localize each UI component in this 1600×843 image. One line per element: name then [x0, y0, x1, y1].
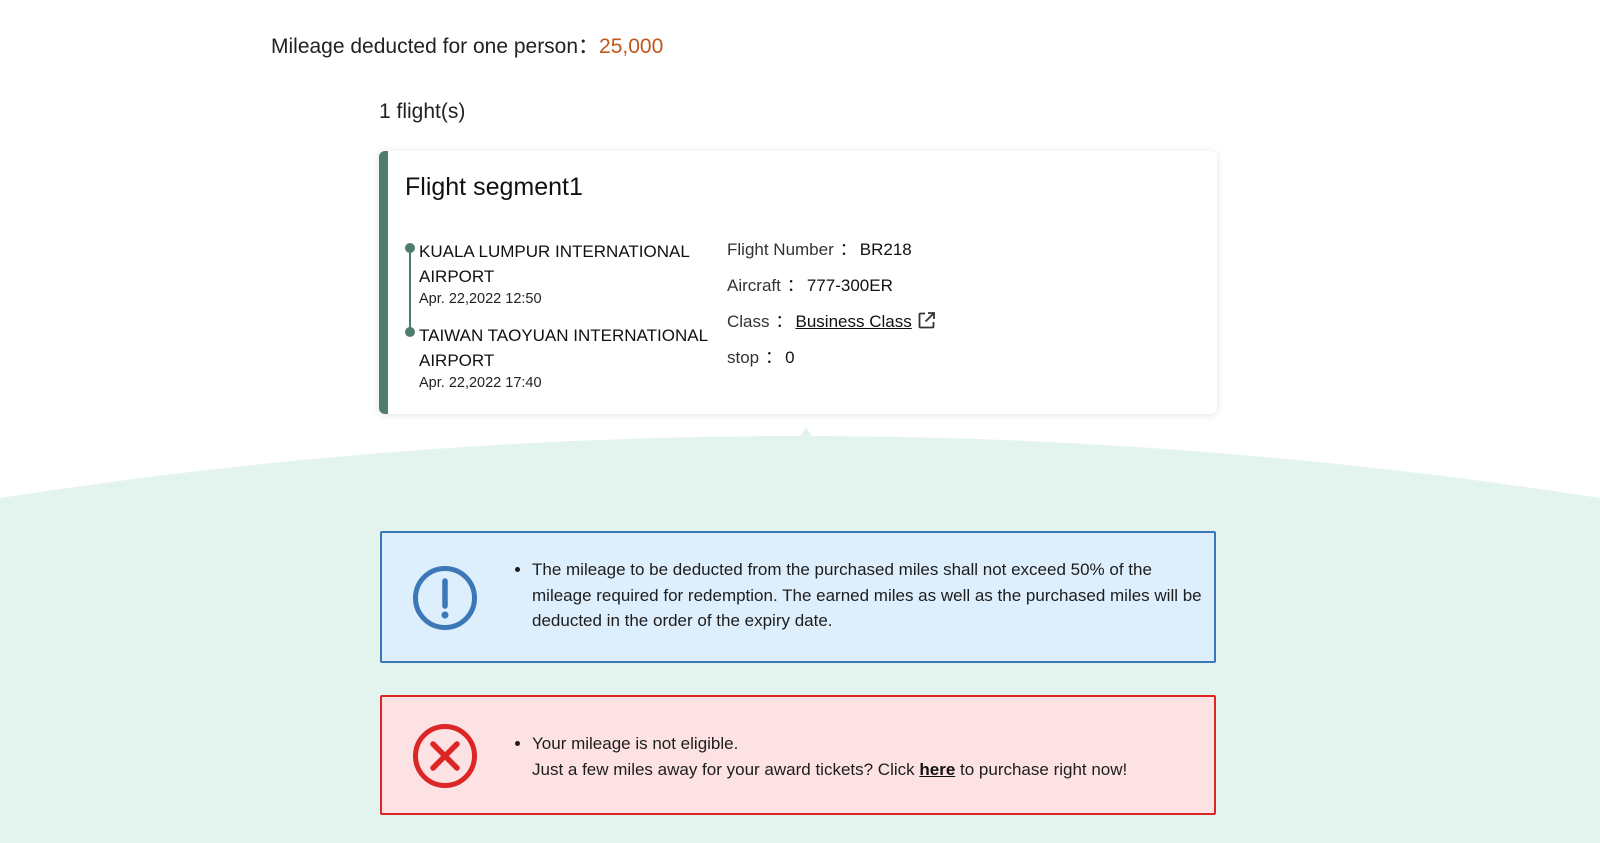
departure-datetime: Apr. 22,2022 12:50 [419, 291, 542, 307]
flight-number-label: Flight Number [727, 240, 834, 259]
error-line2-before: Just a few miles away for your award tic… [532, 759, 920, 779]
segment-accent-bar [379, 151, 388, 414]
flight-details: Flight Number： BR218 Aircraft： 777-300ER C… [727, 239, 936, 383]
aircraft-label: Aircraft [727, 276, 781, 295]
class-label: Class [727, 312, 770, 331]
route-line [409, 247, 411, 331]
purchase-miles-link[interactable]: here [919, 760, 955, 779]
page: Mileage deducted for one person：25,000 1… [0, 0, 1600, 843]
arrival-dot [405, 327, 415, 337]
mileage-summary: Mileage deducted for one person：25,000 [271, 30, 663, 60]
x-circle-icon [413, 724, 477, 788]
departure-block: KUALA LUMPUR INTERNATIONAL AIRPORT Apr. … [419, 239, 709, 309]
arrival-airport: TAIWAN TAOYUAN INTERNATIONAL AIRPORT [419, 326, 708, 370]
class-value: Business Class [795, 312, 912, 331]
error-message: Your mileage is not eligible. Just a few … [532, 731, 1202, 782]
info-list: The mileage to be deducted from the purc… [512, 557, 1202, 634]
error-list: Your mileage is not eligible. Just a few … [512, 731, 1202, 782]
error-line2-after: to purchase right now! [955, 759, 1128, 779]
class-row: Class ： Business Class [727, 311, 936, 347]
arrival-datetime: Apr. 22,2022 17:40 [419, 375, 542, 391]
detail-separator: ： [765, 348, 783, 367]
detail-separator: ： [839, 240, 857, 259]
exclamation-circle-icon [413, 566, 477, 630]
arrival-block: TAIWAN TAOYUAN INTERNATIONAL AIRPORT Apr… [419, 323, 709, 393]
flight-number-value: BR218 [859, 240, 912, 259]
stop-value: 0 [785, 348, 795, 367]
info-notice: The mileage to be deducted from the purc… [380, 531, 1216, 663]
flight-number-row: Flight Number ： BR218 [727, 239, 936, 275]
class-link[interactable]: Business Class [796, 312, 936, 331]
flight-segment-card: Flight segment1 KUALA LUMPUR INTERNATION… [379, 151, 1217, 414]
segment-title: Flight segment1 [405, 173, 583, 201]
stop-row: stop ： 0 [727, 347, 936, 383]
error-notice: Your mileage is not eligible. Just a few … [380, 695, 1216, 815]
departure-dot [405, 243, 415, 253]
error-line1: Your mileage is not eligible. [532, 734, 739, 753]
segment-pointer [793, 427, 819, 447]
mileage-separator: ： [578, 35, 600, 58]
external-link-icon [918, 312, 935, 329]
departure-airport: KUALA LUMPUR INTERNATIONAL AIRPORT [419, 242, 690, 286]
flights-count: 1 flight(s) [379, 100, 466, 123]
mileage-label: Mileage deducted for one person [271, 35, 579, 58]
aircraft-row: Aircraft ： 777-300ER [727, 275, 936, 311]
info-text: The mileage to be deducted from the purc… [532, 557, 1202, 634]
detail-separator: ： [775, 312, 793, 331]
detail-separator: ： [786, 276, 804, 295]
stop-label: stop [727, 348, 760, 367]
mileage-value: 25,000 [599, 35, 664, 58]
aircraft-value: 777-300ER [806, 276, 893, 295]
